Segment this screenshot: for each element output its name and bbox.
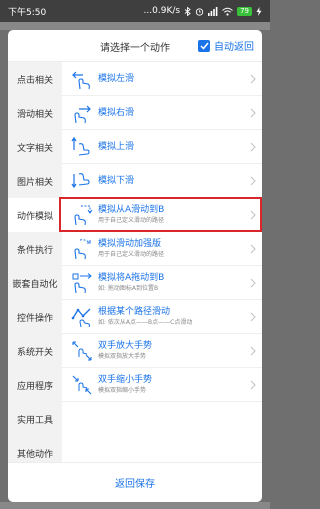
chevron-right-icon (250, 176, 256, 186)
action-title: 模拟右滑 (98, 107, 135, 118)
swipe-down-icon (71, 173, 90, 189)
sidebar-item-label: 文字相关 (16, 143, 53, 154)
return-save-button[interactable]: 返回保存 (99, 469, 171, 496)
chevron-right-icon (250, 346, 256, 356)
auto-return-toggle[interactable]: 自动返回 (198, 38, 254, 53)
sidebar-item-label: 动作模拟 (16, 211, 53, 222)
charging-icon (256, 6, 262, 16)
action-item-swipe-enhanced[interactable]: 模拟滑动加强版 用于自己定义滑动的路径 (62, 232, 262, 266)
action-title: 双手放大手势 (98, 341, 153, 351)
wifi-icon (222, 7, 233, 16)
sidebar-item-label: 嵌套自动化 (12, 279, 58, 290)
sidebar-item-action-simulation[interactable]: 动作模拟 (8, 198, 62, 232)
sidebar-item-click[interactable]: 点击相关 (8, 62, 62, 96)
action-item-pinch-zoom-in[interactable]: 双手放大手势 模拟双指放大手势 (62, 334, 262, 368)
sidebar-item-label: 图片相关 (16, 177, 53, 188)
sidebar-item-label: 条件执行 (16, 245, 53, 256)
selection-highlight-box (59, 197, 262, 232)
auto-return-checkbox[interactable] (198, 39, 210, 52)
bluetooth-icon (184, 6, 191, 16)
chevron-right-icon (250, 244, 256, 254)
sidebar-item-widget-ops[interactable]: 控件操作 (8, 300, 62, 334)
sidebar-item-label: 应用程序 (16, 381, 53, 392)
swipe-up-icon (71, 136, 90, 156)
action-title: 模拟上滑 (98, 141, 135, 152)
background-app-strip-bottom (0, 502, 270, 509)
sidebar-item-text[interactable]: 文字相关 (8, 130, 62, 164)
sidebar-item-label: 其他动作 (16, 449, 53, 460)
sidebar-item-swipe[interactable]: 滑动相关 (8, 96, 62, 130)
sidebar-item-label: 系统开关 (16, 347, 53, 358)
sidebar-item-utilities[interactable]: 实用工具 (8, 402, 62, 436)
battery-indicator: 79 (237, 6, 252, 16)
action-title: 模拟左滑 (98, 73, 135, 84)
dialog-footer: 返回保存 (8, 462, 262, 502)
action-title: 模拟下滑 (98, 175, 135, 186)
swipe-right-icon (74, 105, 91, 124)
action-item-drag-a-to-b[interactable]: 模拟将A拖动到B 如: 拖动图标A到位置B (62, 266, 262, 300)
chevron-right-icon (250, 312, 256, 322)
chevron-right-icon (250, 108, 256, 118)
path-swipe-icon (71, 308, 91, 328)
action-title: 模拟将A拖动到B (98, 273, 165, 283)
sidebar-item-system-switch[interactable]: 系统开关 (8, 334, 62, 368)
sidebar-item-label: 实用工具 (16, 415, 53, 426)
action-list: 模拟左滑 模拟右滑 模拟上滑 模拟下滑 模拟从A滑动到B 用于自己定义滑动的路径 (59, 62, 262, 462)
alarm-icon (195, 7, 204, 16)
action-subtitle: 如: 拖动图标A到位置B (98, 285, 159, 292)
status-icons: ...0.9K/s 79 (144, 6, 262, 16)
action-item-swipe-right[interactable]: 模拟右滑 (62, 96, 262, 130)
chevron-right-icon (250, 74, 256, 84)
action-item-swipe-down[interactable]: 模拟下滑 (62, 164, 262, 198)
sidebar-item-label: 控件操作 (16, 313, 53, 324)
status-time: 下午5:50 (8, 7, 47, 18)
action-subtitle: 用于自己定义滑动的路径 (98, 251, 165, 258)
network-speed: ...0.9K/s (143, 6, 181, 16)
action-title: 双手缩小手势 (98, 375, 153, 385)
action-title: 模拟滑动加强版 (98, 239, 162, 249)
swipe-left-icon (72, 71, 90, 90)
chevron-right-icon (250, 142, 256, 152)
checkmark-icon (199, 42, 209, 50)
action-item-swipe-up[interactable]: 模拟上滑 (62, 130, 262, 164)
action-subtitle: 模拟双指放大手势 (98, 353, 147, 360)
sidebar-item-label: 点击相关 (16, 75, 53, 86)
action-subtitle: 如: 依次从A点——B点——C点滑动 (98, 319, 193, 326)
sidebar-item-image[interactable]: 图片相关 (8, 164, 62, 198)
pinch-zoom-out-icon (72, 375, 92, 395)
sidebar-item-nested-automation[interactable]: 嵌套自动化 (8, 266, 62, 300)
action-subtitle: 模拟双指缩小手势 (98, 387, 147, 394)
action-title: 根据某个路径滑动 (98, 307, 171, 317)
swipe-enhanced-icon (74, 239, 91, 260)
action-item-path-swipe[interactable]: 根据某个路径滑动 如: 依次从A点——B点——C点滑动 (62, 300, 262, 334)
action-item-pinch-zoom-out[interactable]: 双手缩小手势 模拟双指缩小手势 (62, 368, 262, 402)
action-picker-dialog: 请选择一个动作 自动返回 点击相关 滑动相关 文字相关 图片相关 动作模拟 条件… (8, 30, 262, 502)
dialog-header: 请选择一个动作 自动返回 (8, 30, 262, 62)
auto-return-label: 自动返回 (214, 42, 254, 53)
sidebar-item-condition[interactable]: 条件执行 (8, 232, 62, 266)
chevron-right-icon (250, 380, 256, 390)
signal-icon (208, 6, 218, 16)
action-item-swipe-left[interactable]: 模拟左滑 (62, 62, 262, 96)
sidebar-item-label: 滑动相关 (16, 109, 53, 120)
chevron-right-icon (250, 278, 256, 288)
sidebar-item-apps[interactable]: 应用程序 (8, 368, 62, 402)
status-bar: 下午5:50 ...0.9K/s 79 (0, 0, 270, 22)
background-app-strip (0, 22, 270, 30)
drag-a-to-b-icon (72, 273, 92, 294)
category-sidebar: 点击相关 滑动相关 文字相关 图片相关 动作模拟 条件执行 嵌套自动化 控件操作… (8, 62, 62, 462)
pinch-zoom-in-icon (72, 341, 92, 361)
